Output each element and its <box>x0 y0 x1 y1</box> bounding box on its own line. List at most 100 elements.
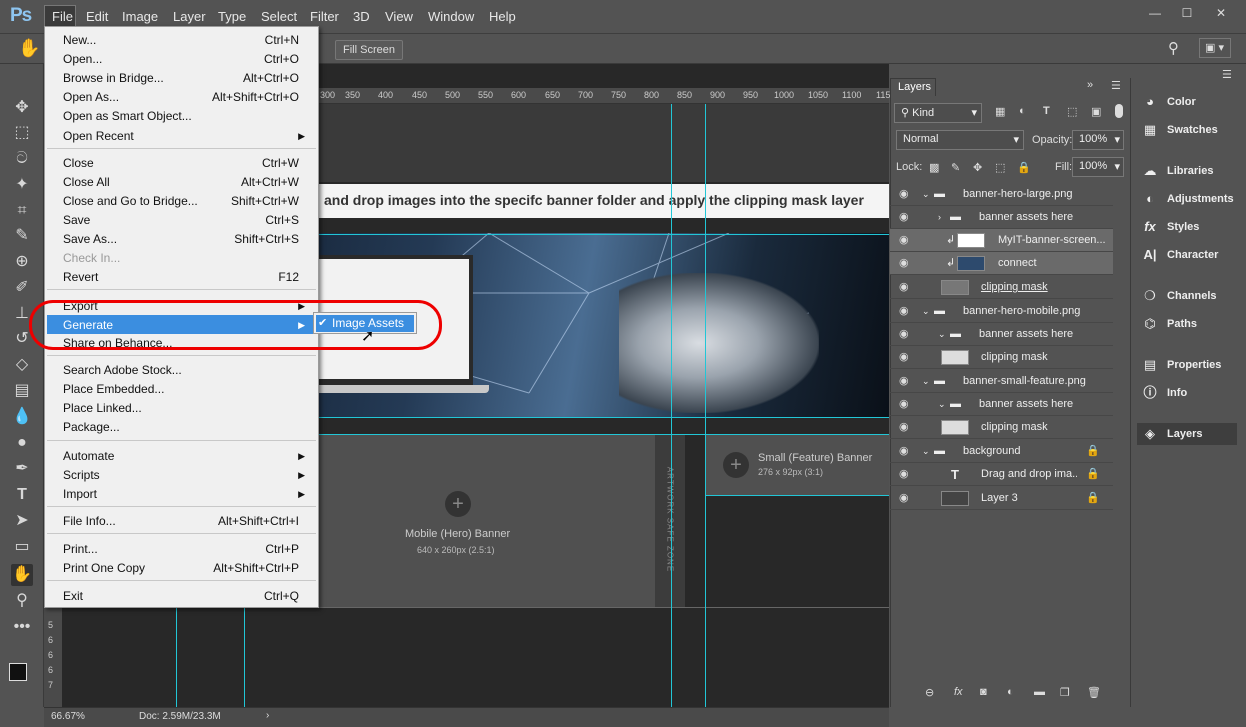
adjustment-layer-icon[interactable]: ◐ <box>1007 686 1014 698</box>
layer-row[interactable]: ◉ ↲ MyIT-banner-screen... <box>890 229 1113 252</box>
eye-icon[interactable]: ◉ <box>899 440 909 463</box>
layer-row[interactable]: ◉ T Drag and drop ima... 🔒 <box>890 463 1113 486</box>
menu-filter[interactable]: Filter <box>310 9 339 24</box>
new-group-icon[interactable]: ▬ <box>1034 686 1045 698</box>
menu-item-save-as[interactable]: Save As... Shift+Ctrl+S <box>63 230 313 248</box>
chevron-right-icon[interactable]: › <box>266 710 269 721</box>
chevron-down-icon[interactable]: ⌄ <box>922 440 930 463</box>
zoom-tool-icon[interactable]: ⚲ <box>11 590 33 612</box>
fill-input[interactable]: 100% ▾ <box>1072 157 1124 177</box>
chevron-down-icon[interactable]: ⌄ <box>922 183 930 206</box>
chevron-down-icon[interactable]: ⌄ <box>922 370 930 393</box>
chevron-down-icon[interactable]: ⌄ <box>938 393 946 416</box>
eye-icon[interactable]: ◉ <box>899 252 909 275</box>
dock-paths[interactable]: ⌬ Paths <box>1137 313 1246 335</box>
shape-filter-icon[interactable]: ⬚ <box>1067 105 1077 118</box>
eraser-tool-icon[interactable]: ◇ <box>11 354 33 376</box>
dock-character[interactable]: A| Character <box>1137 244 1246 266</box>
menu-view[interactable]: View <box>385 9 413 24</box>
dock-layers[interactable]: ◈ Layers <box>1137 423 1237 445</box>
eye-icon[interactable]: ◉ <box>899 346 909 369</box>
menu-3d[interactable]: 3D <box>353 9 370 24</box>
maximize-button[interactable]: ☐ <box>1176 4 1198 22</box>
lock-artboard-icon[interactable]: ⬚ <box>995 161 1005 174</box>
eye-icon[interactable]: ◉ <box>899 323 909 346</box>
menu-window[interactable]: Window <box>428 9 474 24</box>
link-layers-icon[interactable]: ⊖ <box>925 686 934 699</box>
menu-item-print-one-copy[interactable]: Print One Copy Alt+Shift+Ctrl+P <box>63 559 313 577</box>
chevron-down-icon[interactable]: ⌄ <box>938 323 946 346</box>
menu-item-browse-in-bridge[interactable]: Browse in Bridge... Alt+Ctrl+O <box>63 69 313 87</box>
layer-row[interactable]: ◉ clipping mask <box>890 416 1113 439</box>
menu-item-scripts[interactable]: Scripts ▶ <box>63 466 313 484</box>
shape-tool-icon[interactable]: ▭ <box>11 536 33 558</box>
menu-layer[interactable]: Layer <box>173 9 206 24</box>
dock-properties[interactable]: ▤ Properties <box>1137 354 1246 376</box>
menu-item-import[interactable]: Import ▶ <box>63 485 313 503</box>
menu-item-open-recent[interactable]: Open Recent ▶ <box>63 127 313 145</box>
dock-info[interactable]: ⓘ Info <box>1137 382 1246 404</box>
lock-position-icon[interactable]: ✥ <box>973 161 982 174</box>
eye-icon[interactable]: ◉ <box>899 276 909 299</box>
smart-object-filter-icon[interactable]: ▣ <box>1091 105 1101 118</box>
dock-menu-icon[interactable]: ☰ <box>1222 68 1232 81</box>
dock-libraries[interactable]: ☁ Libraries <box>1137 160 1246 182</box>
chevron-down-icon[interactable]: ⌄ <box>922 300 930 323</box>
layer-row[interactable]: ◉ › ▬ banner assets here <box>890 206 1113 229</box>
eye-icon[interactable]: ◉ <box>899 229 909 252</box>
marquee-tool-icon[interactable]: ⬚ <box>11 122 33 144</box>
menu-item-close-all[interactable]: Close All Alt+Ctrl+W <box>63 173 313 191</box>
move-tool-icon[interactable]: ✥ <box>11 97 33 119</box>
menu-select[interactable]: Select <box>261 9 297 24</box>
eye-icon[interactable]: ◉ <box>899 393 909 416</box>
opacity-input[interactable]: 100% ▾ <box>1072 130 1124 150</box>
type-filter-icon[interactable]: T <box>1043 105 1050 117</box>
eye-icon[interactable]: ◉ <box>899 183 909 206</box>
new-layer-icon[interactable]: ❐ <box>1060 686 1070 699</box>
menu-item-print[interactable]: Print... Ctrl+P <box>63 540 313 558</box>
dodge-tool-icon[interactable]: ● <box>11 432 33 454</box>
dock-styles[interactable]: fx Styles <box>1137 216 1246 238</box>
eyedropper-tool-icon[interactable]: ✎ <box>11 225 33 247</box>
pen-tool-icon[interactable]: ✒ <box>11 458 33 480</box>
crop-tool-icon[interactable]: ⌗ <box>11 200 33 222</box>
layer-row[interactable]: ◉ ⌄ ▬ banner assets here <box>890 393 1113 416</box>
layer-row[interactable]: ◉ ⌄ ▬ background 🔒 <box>890 440 1113 463</box>
menu-item-automate[interactable]: Automate ▶ <box>63 447 313 465</box>
hand-tool-icon[interactable]: ✋ <box>11 564 33 586</box>
menu-image[interactable]: Image <box>122 9 158 24</box>
filter-toggle[interactable] <box>1115 104 1123 118</box>
panel-menu-icon[interactable]: ☰ <box>1111 79 1121 92</box>
eye-icon[interactable]: ◉ <box>899 370 909 393</box>
workspace-icon[interactable]: ▣ ▾ <box>1199 38 1231 58</box>
dock-swatches[interactable]: ▦ Swatches <box>1137 119 1246 141</box>
minimize-button[interactable]: — <box>1144 4 1166 22</box>
eye-icon[interactable]: ◉ <box>899 463 909 486</box>
adjustment-filter-icon[interactable]: ◐ <box>1019 105 1026 117</box>
menu-item-place-embedded[interactable]: Place Embedded... <box>63 380 313 398</box>
lock-image-icon[interactable]: ✎ <box>951 161 960 174</box>
magic-wand-tool-icon[interactable]: ✦ <box>11 174 33 196</box>
fx-icon[interactable]: fx <box>954 686 963 698</box>
layer-row[interactable]: ◉ ⌄ ▬ banner-hero-mobile.png <box>890 300 1113 323</box>
layer-row[interactable]: ◉ clipping mask <box>890 276 1113 299</box>
healing-brush-tool-icon[interactable]: ⊕ <box>11 251 33 273</box>
layer-row[interactable]: ◉ ⌄ ▬ banner-hero-large.png <box>890 183 1113 206</box>
eye-icon[interactable]: ◉ <box>899 487 909 510</box>
type-tool-icon[interactable]: T <box>11 484 33 506</box>
menu-item-revert[interactable]: Revert F12 <box>63 268 313 286</box>
layer-row[interactable]: ◉ ⌄ ▬ banner-small-feature.png <box>890 370 1113 393</box>
zoom-level[interactable]: 66.67% <box>51 711 85 722</box>
layer-row[interactable]: ◉ Layer 3 🔒 <box>890 487 1113 510</box>
layer-row[interactable]: ◉ clipping mask <box>890 346 1113 369</box>
collapse-icon[interactable]: » <box>1087 79 1093 91</box>
fill-screen-button[interactable]: Fill Screen <box>335 40 403 60</box>
layer-row[interactable]: ◉ ↲ connect <box>890 252 1113 275</box>
blend-mode-select[interactable]: Normal ▾ <box>896 130 1024 150</box>
close-button[interactable]: ✕ <box>1210 4 1232 22</box>
menu-item-close-go-bridge[interactable]: Close and Go to Bridge... Shift+Ctrl+W <box>63 192 313 210</box>
menu-help[interactable]: Help <box>489 9 516 24</box>
layers-tab[interactable]: Layers <box>890 78 936 96</box>
eye-icon[interactable]: ◉ <box>899 206 909 229</box>
add-mask-icon[interactable]: ◙ <box>980 686 987 698</box>
